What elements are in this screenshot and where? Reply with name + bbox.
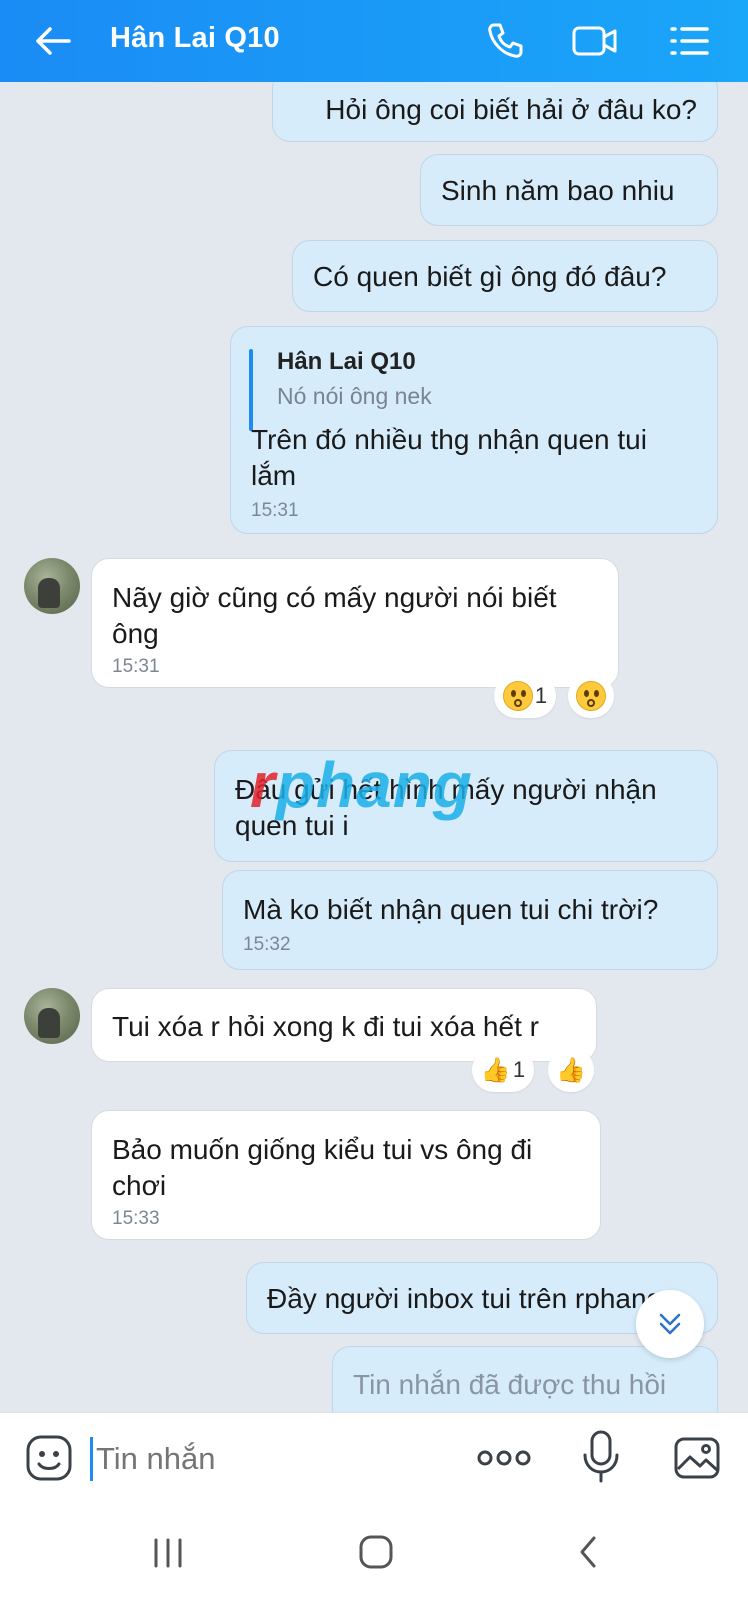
message-text: Đầy người inbox tui trên rphang bbox=[267, 1283, 663, 1314]
message-time: 15:33 bbox=[112, 1208, 160, 1229]
system-navigation-bar bbox=[0, 1502, 748, 1600]
quote-bar bbox=[249, 349, 253, 431]
message-text-line: Trên đó nhiều thg nhận quen tui bbox=[251, 424, 647, 455]
message-text: Hỏi ông coi biết hải ở đâu ko? bbox=[325, 94, 697, 125]
microphone-icon[interactable] bbox=[580, 1429, 622, 1485]
text-cursor bbox=[90, 1437, 93, 1481]
message-text-line: Bảo muốn giống kiểu tui vs ông đi bbox=[112, 1134, 533, 1165]
message-text: Sinh năm bao nhiu bbox=[441, 175, 675, 206]
message-time: 15:31 bbox=[251, 500, 299, 521]
wow-emoji-icon bbox=[502, 681, 533, 711]
message-text: Mà ko biết nhận quen tui chi trời? bbox=[243, 894, 659, 925]
message-text-line: ông bbox=[112, 618, 159, 649]
quote-text: Nó nói ông nek bbox=[277, 383, 432, 409]
quote-sender: Hân Lai Q10 bbox=[277, 348, 416, 375]
home-icon[interactable] bbox=[356, 1532, 396, 1572]
message-text: Tui xóa r hỏi xong k đi tui xóa hết r bbox=[112, 1011, 539, 1042]
message-text: Có quen biết gì ông đó đâu? bbox=[313, 261, 667, 292]
watermark-logo: rphang bbox=[250, 749, 473, 821]
scroll-to-bottom-button[interactable] bbox=[636, 1290, 704, 1358]
message-bubble-outgoing[interactable]: Mà ko biết nhận quen tui chi trời? 15:32 bbox=[222, 870, 718, 970]
message-bubble-outgoing[interactable]: Có quen biết gì ông đó đâu? bbox=[292, 240, 718, 312]
message-text-line: lắm bbox=[251, 460, 297, 491]
reaction-count: 1 bbox=[512, 1057, 526, 1082]
more-dots-icon[interactable] bbox=[476, 1443, 532, 1473]
message-bubble-incoming[interactable]: Bảo muốn giống kiểu tui vs ông đi chơi 1… bbox=[91, 1110, 601, 1240]
recent-apps-icon[interactable] bbox=[150, 1536, 186, 1570]
message-bubble-incoming[interactable]: Nãy giờ cũng có mấy người nói biết ông 1… bbox=[91, 558, 619, 688]
reaction-summary[interactable]: 👍 1 bbox=[472, 1048, 534, 1092]
add-reaction-button[interactable] bbox=[568, 674, 614, 718]
message-bubble-outgoing[interactable]: Hỏi ông coi biết hải ở đâu ko? bbox=[272, 82, 718, 142]
message-bubble-outgoing[interactable]: Sinh năm bao nhiu bbox=[420, 154, 718, 226]
thumbs-up-icon: 👍 bbox=[480, 1056, 511, 1084]
contact-avatar[interactable] bbox=[24, 558, 80, 614]
message-input[interactable] bbox=[94, 1431, 438, 1487]
message-composer bbox=[0, 1412, 748, 1503]
contact-avatar[interactable] bbox=[24, 988, 80, 1044]
sticker-icon[interactable] bbox=[24, 1433, 74, 1483]
message-time: 15:31 bbox=[112, 656, 160, 677]
reaction-summary[interactable]: 1 bbox=[494, 674, 556, 718]
system-back-icon[interactable] bbox=[574, 1534, 604, 1570]
phone-icon[interactable] bbox=[480, 16, 530, 66]
video-call-icon[interactable] bbox=[570, 16, 620, 66]
thumbs-up-icon: 👍 bbox=[556, 1056, 586, 1084]
back-arrow-icon[interactable] bbox=[30, 18, 76, 64]
wow-emoji-icon bbox=[576, 681, 606, 711]
message-text: Tin nhắn đã được thu hồi bbox=[353, 1369, 667, 1400]
menu-list-icon[interactable] bbox=[664, 16, 714, 66]
reaction-count: 1 bbox=[534, 683, 548, 708]
double-chevron-down-icon bbox=[659, 1313, 681, 1335]
message-list[interactable]: Hỏi ông coi biết hải ở đâu ko? Sinh năm … bbox=[0, 82, 748, 1412]
gallery-icon[interactable] bbox=[672, 1433, 722, 1483]
message-bubble-outgoing-reply[interactable]: Hân Lai Q10 Nó nói ông nek Trên đó nhiều… bbox=[230, 326, 718, 534]
chat-header: Hân Lai Q10 bbox=[0, 0, 748, 82]
add-reaction-button[interactable]: 👍 bbox=[548, 1048, 594, 1092]
message-text-line: chơi bbox=[112, 1170, 167, 1201]
message-time: 15:32 bbox=[243, 934, 291, 955]
message-text-line: Nãy giờ cũng có mấy người nói biết bbox=[112, 582, 557, 613]
contact-name[interactable]: Hân Lai Q10 bbox=[110, 0, 280, 82]
